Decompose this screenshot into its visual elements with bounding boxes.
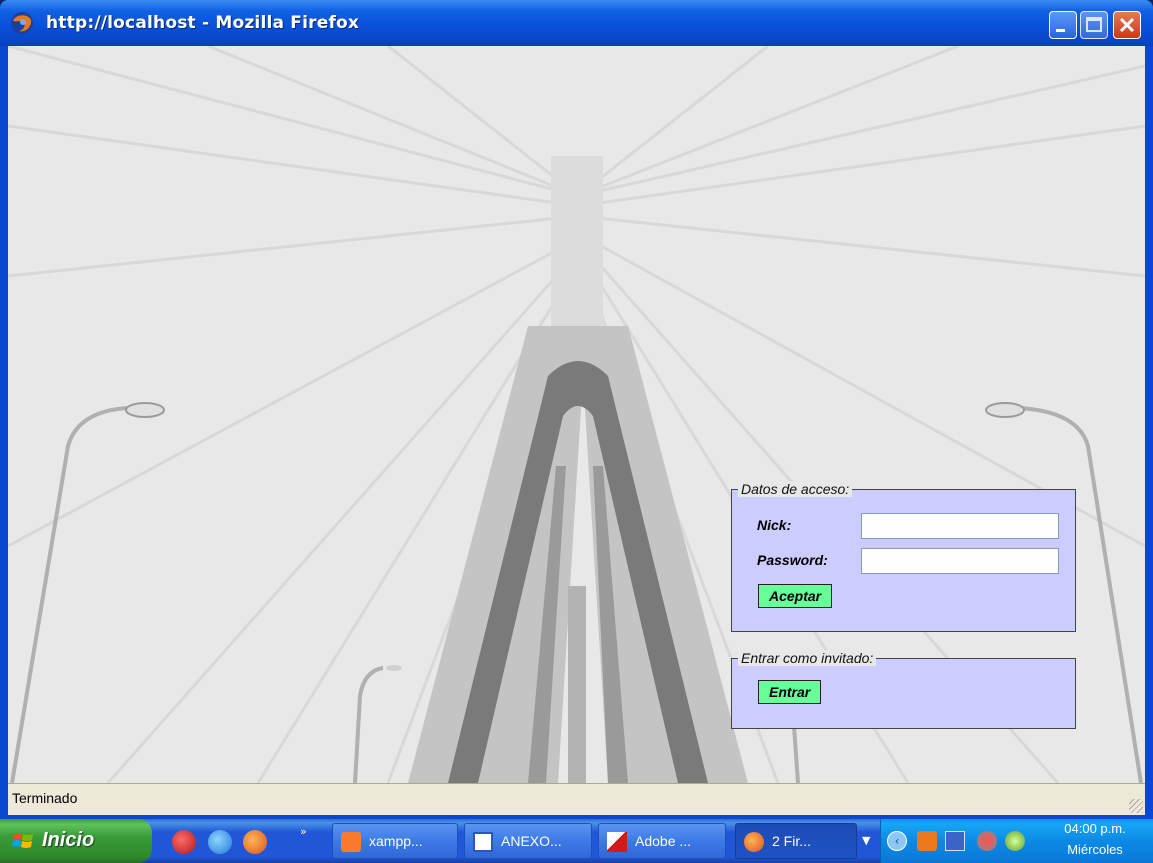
xampp-icon xyxy=(341,832,361,852)
windows-logo-icon xyxy=(12,833,33,848)
guest-enter-button[interactable]: Entrar xyxy=(758,680,822,704)
guest-fieldset: Entrar como invitado: Entrar xyxy=(731,650,1076,729)
window-title: http://localhost - Mozilla Firefox xyxy=(46,13,360,33)
maximize-button[interactable] xyxy=(1080,11,1108,39)
task-label: Adobe ... xyxy=(635,833,692,849)
show-hidden-icons-chevron-icon[interactable]: ‹ xyxy=(887,831,907,851)
minimize-icon xyxy=(1056,29,1065,32)
java-icon[interactable] xyxy=(917,831,937,851)
adobe-icon xyxy=(607,832,627,852)
close-icon xyxy=(1119,17,1135,33)
clock-day: Miércoles xyxy=(1067,842,1123,857)
task-firefox[interactable]: 2 Fir... xyxy=(735,823,857,859)
window-frame-left xyxy=(0,46,8,819)
window-frame-right xyxy=(1145,46,1153,819)
maximize-icon xyxy=(1086,17,1102,32)
status-bar: Terminado xyxy=(8,783,1145,815)
password-label: Password: xyxy=(757,552,828,568)
clock-time: 04:00 p.m. xyxy=(1064,821,1126,836)
password-input[interactable] xyxy=(861,548,1059,574)
title-bar[interactable]: http://localhost - Mozilla Firefox xyxy=(0,0,1153,46)
system-tray: ‹ 04:00 p.m. Miércoles xyxy=(880,819,1153,863)
task-adobe[interactable]: Adobe ... xyxy=(598,823,726,859)
status-text: Terminado xyxy=(12,790,78,806)
minimize-button[interactable] xyxy=(1049,11,1077,39)
access-legend: Datos de acceso: xyxy=(738,481,853,497)
gmail-icon[interactable] xyxy=(172,830,196,854)
start-button[interactable]: Inicio xyxy=(0,819,152,863)
page-content: Datos de acceso: Nick: Password: Aceptar… xyxy=(8,46,1145,783)
quick-launch-more-icon[interactable]: » xyxy=(300,825,307,838)
task-label: ANEXO... xyxy=(501,833,562,849)
word-icon xyxy=(473,832,493,852)
start-label: Inicio xyxy=(42,829,95,851)
security-icon[interactable] xyxy=(977,831,997,851)
firefox-icon xyxy=(744,832,764,852)
task-label: xampp... xyxy=(369,833,423,849)
nick-label: Nick: xyxy=(757,517,792,533)
close-button[interactable] xyxy=(1113,11,1141,39)
firefox-icon[interactable] xyxy=(243,830,267,854)
internet-explorer-icon[interactable] xyxy=(208,830,232,854)
resize-grip-icon[interactable] xyxy=(1129,799,1143,813)
clock[interactable]: 04:00 p.m. Miércoles xyxy=(1055,821,1135,857)
network-icon[interactable] xyxy=(945,831,965,851)
access-fieldset: Datos de acceso: Nick: Password: Aceptar xyxy=(731,481,1076,632)
award-icon[interactable] xyxy=(1005,831,1025,851)
task-xampp[interactable]: xampp... xyxy=(332,823,458,859)
nick-input[interactable] xyxy=(861,513,1059,539)
task-label: 2 Fir... xyxy=(772,833,811,849)
guest-legend: Entrar como invitado: xyxy=(738,650,877,666)
firefox-icon xyxy=(11,12,33,34)
browser-window: http://localhost - Mozilla Firefox Datos… xyxy=(0,0,1153,819)
task-group-dropdown-icon[interactable]: ▼ xyxy=(862,834,870,847)
taskbar: Inicio » xampp... ANEXO... Adobe ... 2 F… xyxy=(0,819,1153,863)
task-anexo[interactable]: ANEXO... xyxy=(464,823,592,859)
accept-button[interactable]: Aceptar xyxy=(758,584,833,608)
